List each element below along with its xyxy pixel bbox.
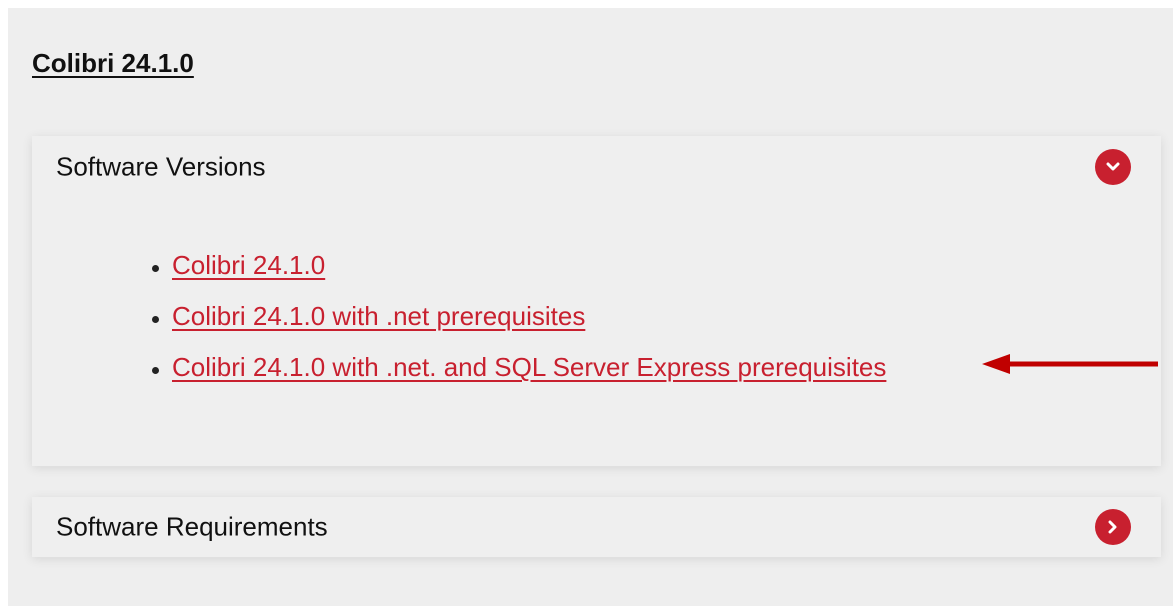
- software-requirements-header[interactable]: Software Requirements: [32, 497, 1161, 557]
- list-item: Colibri 24.1.0: [152, 240, 886, 291]
- software-versions-panel: Software Versions Colibri 24.1.0 Colibri…: [32, 136, 1161, 466]
- version-link-standard[interactable]: Colibri 24.1.0: [172, 250, 325, 280]
- version-links-list: Colibri 24.1.0 Colibri 24.1.0 with .net …: [152, 240, 886, 393]
- software-versions-header[interactable]: Software Versions: [32, 136, 1161, 198]
- software-versions-title: Software Versions: [56, 151, 266, 182]
- version-link-net-sql-prereqs[interactable]: Colibri 24.1.0 with .net. and SQL Server…: [172, 352, 886, 382]
- software-requirements-title: Software Requirements: [56, 511, 328, 542]
- chevron-down-icon[interactable]: [1095, 149, 1131, 185]
- page-container: Colibri 24.1.0 Software Versions Colibri…: [8, 8, 1173, 606]
- list-item: Colibri 24.1.0 with .net. and SQL Server…: [152, 342, 886, 393]
- red-arrow-left-icon: [982, 354, 1158, 374]
- version-link-net-prereqs[interactable]: Colibri 24.1.0 with .net prerequisites: [172, 301, 585, 331]
- list-item: Colibri 24.1.0 with .net prerequisites: [152, 291, 886, 342]
- page-title-link[interactable]: Colibri 24.1.0: [32, 48, 194, 79]
- software-requirements-panel: Software Requirements: [32, 497, 1161, 557]
- chevron-right-icon[interactable]: [1095, 509, 1131, 545]
